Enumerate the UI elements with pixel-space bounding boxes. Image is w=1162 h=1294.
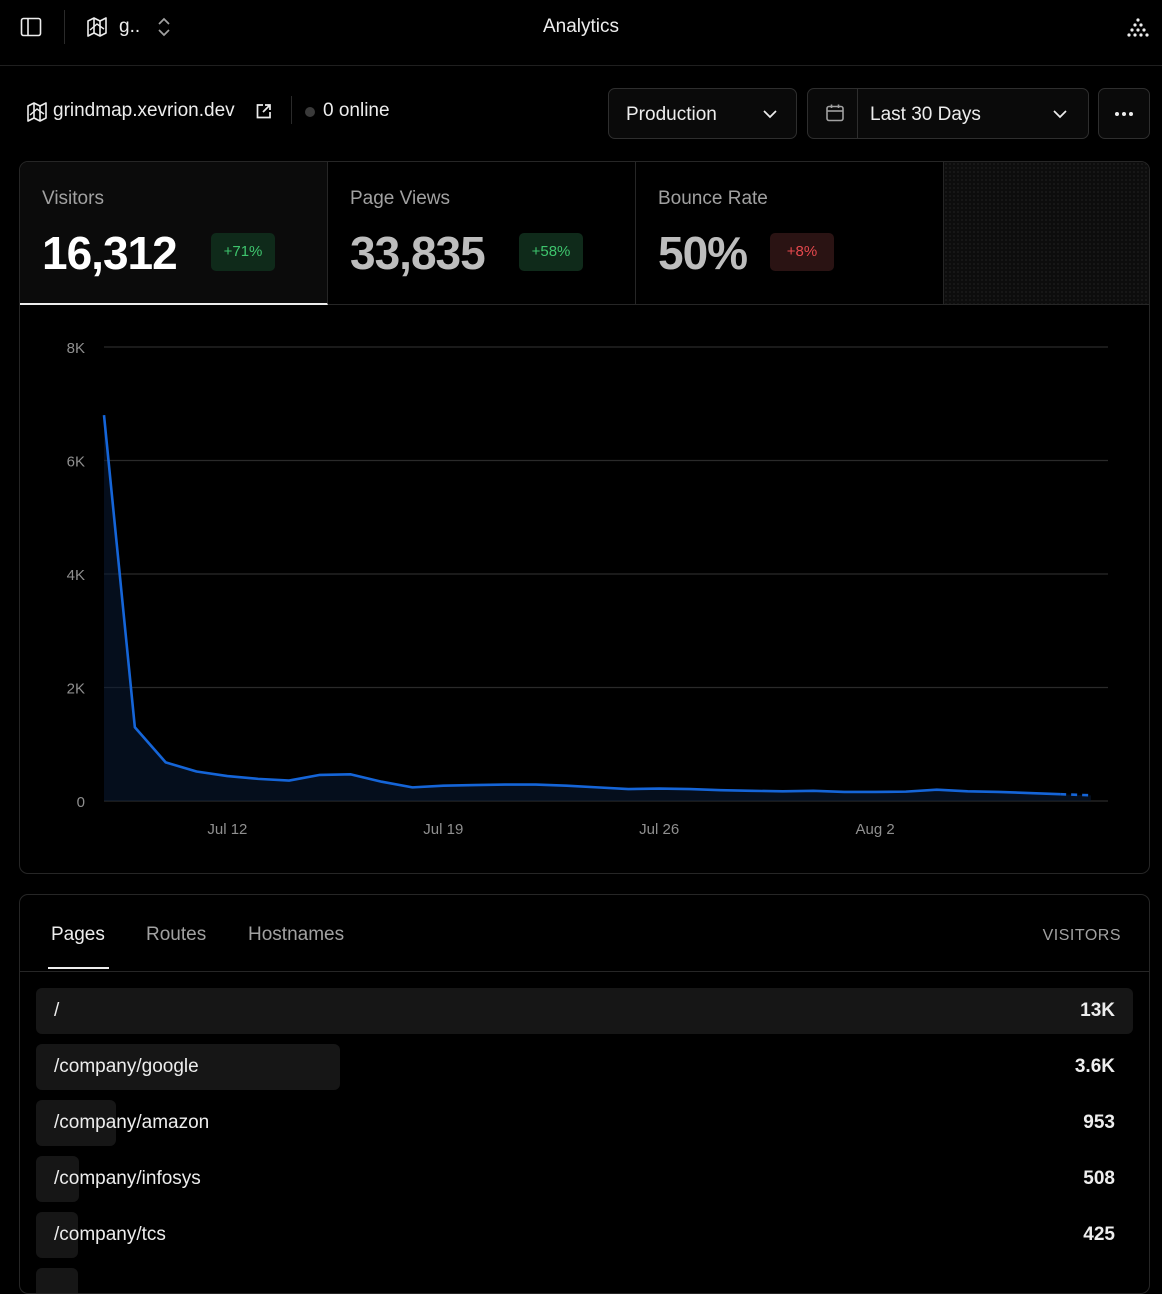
metric-bounce-rate[interactable]: Bounce Rate 50% +8% (636, 162, 944, 305)
top-bar: g.. Analytics (0, 0, 1162, 66)
y-tick-label: 8K (67, 340, 85, 357)
list-item[interactable] (36, 1268, 1133, 1293)
pages-card: Pages Routes Hostnames VISITORS / 13K/com… (19, 894, 1150, 1294)
y-tick-label: 6K (67, 454, 85, 471)
x-tick-label: Jul 12 (207, 821, 247, 838)
series-line-partial (1060, 792, 1092, 797)
metric-value: 50% (658, 227, 748, 279)
metric-placeholder (944, 162, 1149, 305)
page-path: / (54, 1000, 60, 1021)
pages-tabs: Pages Routes Hostnames VISITORS (20, 895, 1149, 972)
site-map-icon (26, 101, 48, 123)
list-item[interactable]: /company/google 3.6K (36, 1044, 1133, 1090)
series-line-visitors (102, 414, 1061, 796)
page-path: /company/tcs (54, 1224, 166, 1245)
metric-label: Page Views (350, 188, 450, 209)
page-visitors: 13K (1080, 1000, 1115, 1021)
list-item[interactable]: /company/amazon 953 (36, 1100, 1133, 1146)
y-tick-label: 2K (67, 681, 85, 698)
page-visitors: 425 (1083, 1224, 1115, 1245)
page-title: Analytics (542, 16, 620, 37)
metric-label: Visitors (42, 188, 104, 209)
date-range-divider (857, 89, 858, 138)
page-visitors: 953 (1083, 1112, 1115, 1133)
list-item[interactable]: / 13K (36, 988, 1133, 1034)
visitor-share-bar (36, 1268, 78, 1293)
environment-select-value: Production (626, 104, 717, 125)
visitor-share-bar (36, 988, 1133, 1034)
site-domain-link[interactable]: grindmap.xevrion.dev (53, 100, 235, 122)
chevron-down-icon (761, 105, 779, 123)
x-tick-label: Jul 19 (423, 821, 463, 838)
site-header-divider (291, 96, 292, 124)
vercel-dots-logo-icon[interactable] (1127, 18, 1149, 38)
external-link-icon[interactable] (255, 103, 272, 120)
metric-change-badge: +8% (770, 233, 834, 271)
visitors-column-header: VISITORS (1042, 927, 1121, 944)
chevron-down-icon (1051, 105, 1069, 123)
page-visitors: 508 (1083, 1168, 1115, 1189)
metric-page-views[interactable]: Page Views 33,835 +58% (328, 162, 636, 305)
calendar-icon (825, 103, 845, 123)
metric-change-badge: +71% (211, 233, 275, 271)
y-tick-label: 4K (67, 567, 85, 584)
date-range-value: Last 30 Days (870, 104, 981, 125)
list-item[interactable]: /company/tcs 425 (36, 1212, 1133, 1258)
online-status-dot (305, 107, 315, 117)
x-tick-label: Aug 2 (855, 821, 894, 838)
pages-list: / 13K/company/google 3.6K/company/amazon 95… (36, 988, 1133, 1293)
tab-routes[interactable]: Routes (146, 924, 206, 946)
date-range-select[interactable]: Last 30 Days (807, 88, 1089, 139)
tab-hostnames[interactable]: Hostnames (248, 924, 344, 946)
page-path: /company/amazon (54, 1112, 210, 1133)
page-path: /company/google (54, 1056, 199, 1077)
metric-change-badge: +58% (519, 233, 583, 271)
tab-pages[interactable]: Pages (51, 924, 105, 946)
x-tick-label: Jul 26 (639, 821, 679, 838)
metric-visitors[interactable]: Visitors 16,312 +71% (20, 162, 328, 305)
area-fill (104, 415, 1091, 801)
ellipsis-icon (1115, 112, 1133, 116)
page-visitors: 3.6K (1074, 1056, 1115, 1077)
y-tick-label: 0 (77, 794, 85, 811)
online-count: 0 online (323, 100, 390, 121)
list-item[interactable]: /company/infosys 508 (36, 1156, 1133, 1202)
metric-label: Bounce Rate (658, 188, 768, 209)
environment-select[interactable]: Production (608, 88, 797, 139)
page-path: /company/infosys (54, 1168, 201, 1189)
visitors-line-chart: 0 2K 4K 6K 8K Jul 12 Jul 19 Jul 26 Aug 2 (67, 340, 1108, 838)
analytics-chart-card: Visitors 16,312 +71% Page Views 33,835 +… (19, 161, 1150, 874)
active-tab-indicator (48, 967, 109, 969)
metric-value: 33,835 (350, 227, 486, 279)
metric-value: 16,312 (42, 227, 178, 279)
more-options-button[interactable] (1098, 88, 1150, 139)
